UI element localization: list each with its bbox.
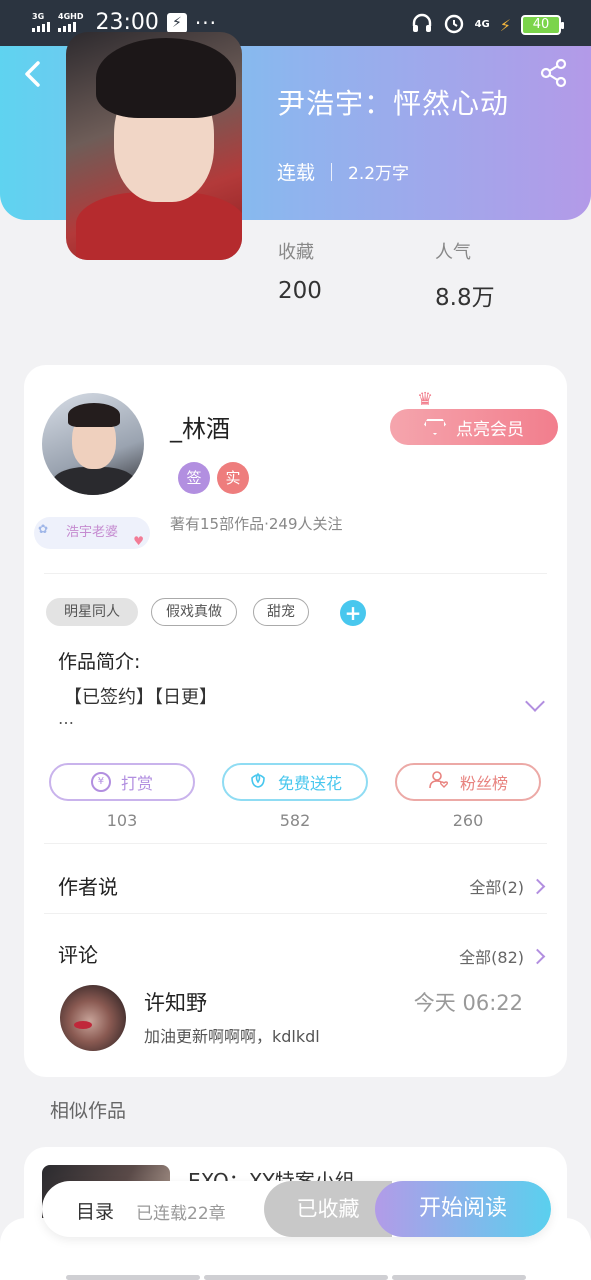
catalog-button[interactable]: 目录 — [76, 1197, 114, 1224]
word-count: 2.2万字 — [348, 164, 410, 184]
fan-rank-button[interactable]: 粉丝榜 — [395, 763, 541, 801]
network-4g-icon: 4G — [474, 19, 490, 30]
favorites-value: 200 — [278, 278, 322, 304]
tag-chip[interactable]: 假戏真做 — [151, 598, 237, 626]
fan-badge: 浩宇老婆 — [34, 513, 150, 557]
tip-count: 103 — [106, 811, 138, 830]
chapter-count: 已连载22章 — [136, 1204, 226, 1224]
author-says-all-link[interactable]: 全部(2) — [469, 874, 546, 898]
book-meta: 连载 2.2万字 — [277, 158, 409, 185]
headphones-icon — [411, 12, 433, 38]
nav-indicator — [204, 1275, 388, 1280]
notification-icon: ⚡ — [166, 12, 187, 33]
author-avatar[interactable] — [42, 393, 144, 495]
chevron-right-icon — [529, 878, 546, 894]
add-tag-button[interactable]: + — [340, 600, 366, 626]
flower-count: 582 — [279, 811, 311, 830]
nav-indicator — [392, 1275, 526, 1280]
vip-label: 点亮会员 — [456, 419, 524, 440]
commenter-avatar[interactable] — [60, 985, 126, 1051]
popularity-label: 人气 — [435, 242, 471, 263]
yen-icon: ¥ — [90, 772, 111, 792]
tag-chip[interactable]: 甜宠 — [253, 598, 309, 626]
book-detail-card: 浩宇老婆 _林酒 签 实 ♛ 点亮会员 著有15部作品·249人关注 明星同人 … — [24, 365, 567, 1077]
chevron-right-icon — [529, 948, 546, 964]
more-notifications-icon: ··· — [194, 10, 217, 35]
book-title: 尹浩宇：怦然心动 — [277, 87, 510, 120]
verified-badge: 实 — [217, 462, 249, 494]
share-icon — [540, 58, 567, 88]
send-flower-label: 免费送花 — [277, 774, 342, 793]
share-button[interactable] — [539, 58, 569, 88]
divider — [44, 843, 547, 844]
nav-indicator — [66, 1275, 200, 1280]
crown-icon: ♛ — [417, 389, 434, 410]
bottom-action-bar: 目录 已连载22章 已收藏 开始阅读 — [42, 1181, 551, 1237]
book-cover[interactable] — [66, 32, 242, 260]
vip-button[interactable]: 点亮会员 — [390, 409, 558, 445]
signed-badge: 签 — [178, 462, 210, 494]
author-info: 著有15部作品·249人关注 — [170, 515, 343, 533]
commenter-name[interactable]: 许知野 — [144, 987, 207, 1017]
intro-ellipsis: … — [58, 709, 76, 728]
collected-button[interactable]: 已收藏 — [264, 1181, 392, 1237]
divider — [44, 573, 547, 574]
comments-all-label: 全部(82) — [459, 948, 524, 967]
start-reading-button[interactable]: 开始阅读 — [375, 1181, 551, 1237]
back-button[interactable] — [22, 60, 42, 96]
diamond-icon — [424, 419, 446, 435]
popularity-value: 8.8万 — [435, 285, 495, 311]
comment-time: 今天 06:22 — [413, 991, 523, 1015]
author-says-all-label: 全部(2) — [469, 878, 524, 897]
favorites-stat: 收藏 200 — [278, 238, 322, 304]
comments-all-link[interactable]: 全部(82) — [459, 944, 546, 968]
send-flower-button[interactable]: 免费送花 — [222, 763, 368, 801]
fan-rank-label: 粉丝榜 — [459, 774, 508, 793]
favorites-label: 收藏 — [278, 242, 314, 263]
signal-3g-icon: 3G — [32, 13, 50, 32]
fan-count: 260 — [452, 811, 484, 830]
battery-icon: 40 — [521, 15, 564, 35]
fan-rank-icon — [428, 770, 450, 794]
flower-icon — [248, 770, 268, 794]
serial-status: 连载 — [277, 162, 316, 184]
comment-text[interactable]: 加油更新啊啊啊，kdlkdl — [144, 1023, 320, 1047]
divider — [44, 913, 547, 914]
popularity-stat: 人气 8.8万 — [435, 238, 495, 312]
author-says-title: 作者说 — [58, 875, 118, 899]
tag-chip[interactable]: 明星同人 — [46, 598, 138, 626]
signal-4g-icon: 4GHD — [58, 13, 83, 32]
expand-intro-icon[interactable] — [525, 692, 545, 712]
similar-works-title: 相似作品 — [50, 1100, 127, 1122]
charging-icon: ⚡ — [499, 15, 511, 35]
author-name[interactable]: _林酒 — [170, 409, 230, 444]
intro-label: 作品简介: — [58, 651, 141, 673]
intro-text: 【已签约】【日更】 — [64, 687, 217, 708]
tip-label: 打赏 — [120, 774, 153, 793]
comments-title: 评论 — [58, 943, 98, 967]
tip-button[interactable]: ¥ 打赏 — [49, 763, 195, 801]
alarm-icon — [443, 12, 465, 38]
